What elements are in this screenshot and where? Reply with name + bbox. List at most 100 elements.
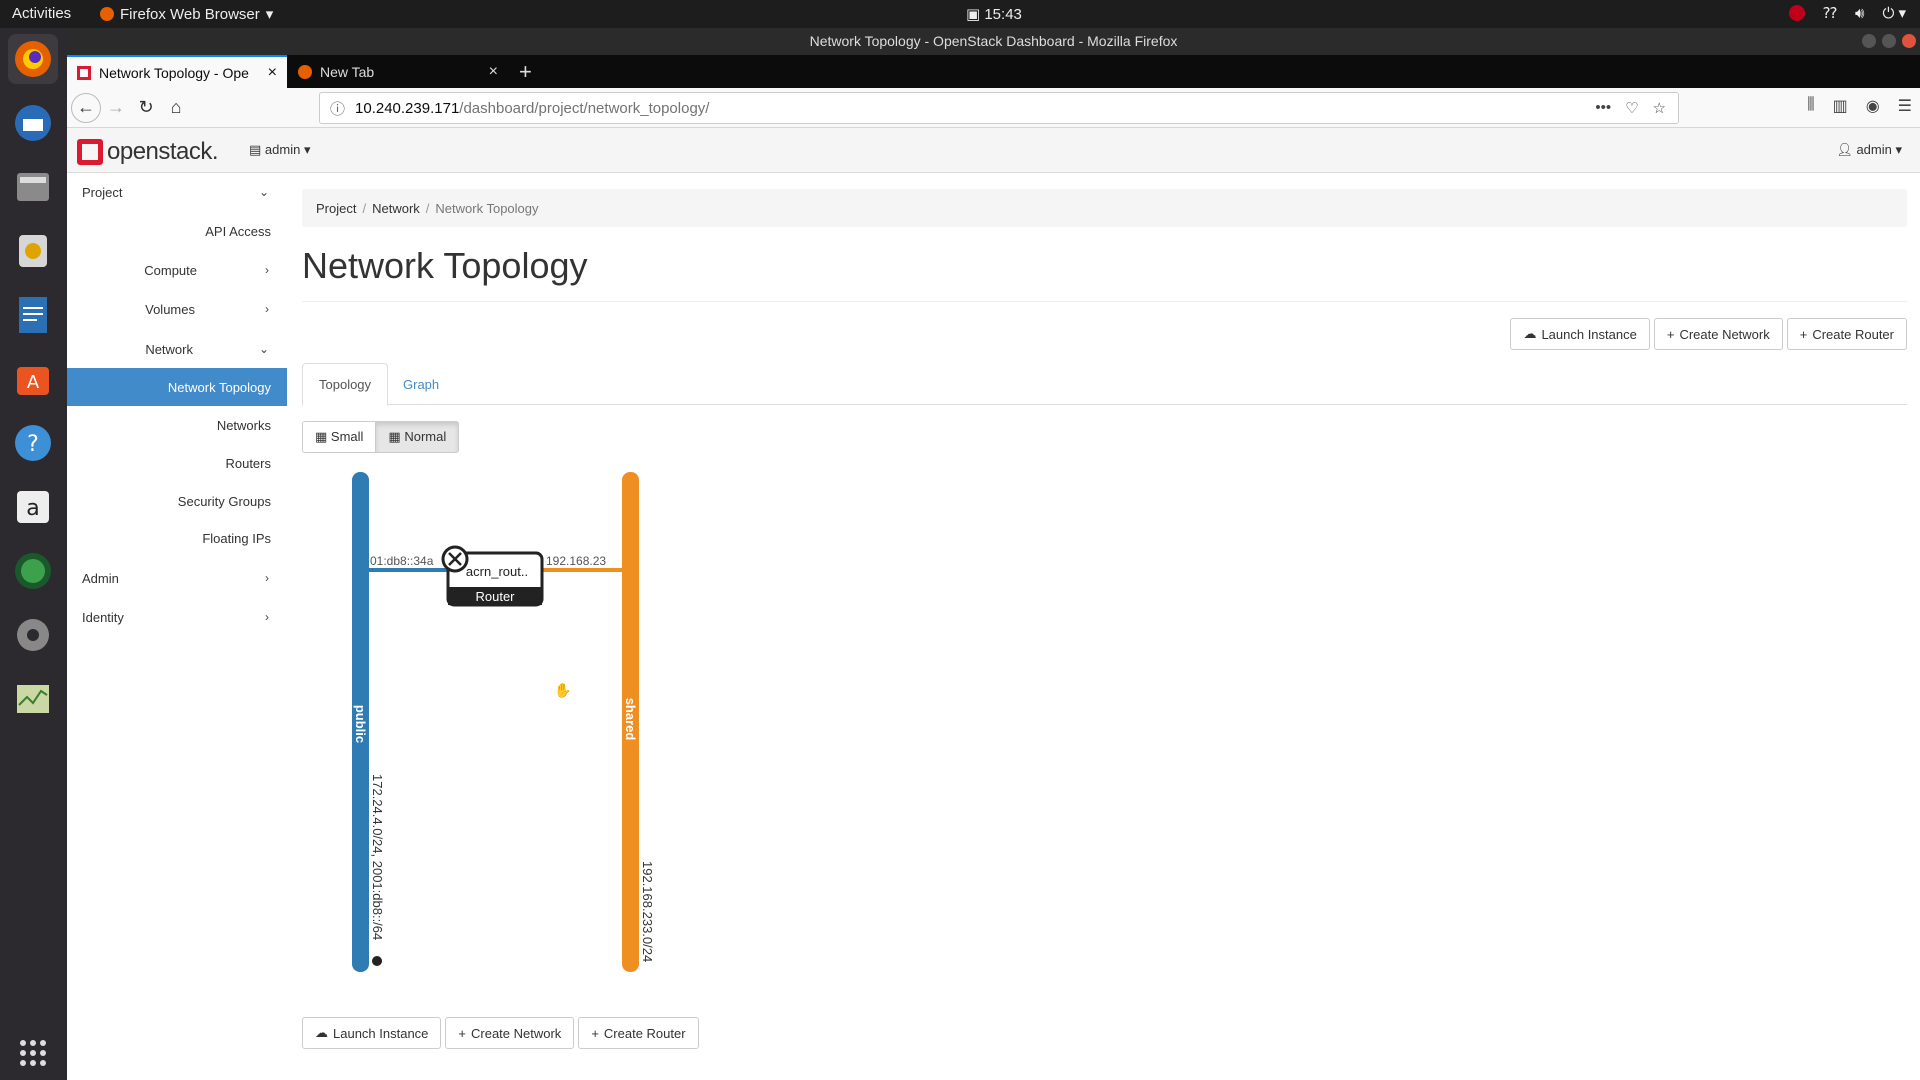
close-tab-icon[interactable]: × [489, 63, 498, 81]
page-actions-icon[interactable]: ••• [1595, 99, 1611, 117]
normal-toggle-button[interactable]: ▦ Normal [375, 421, 460, 453]
dock-thunderbird[interactable] [8, 98, 58, 148]
svg-text:a: a [26, 496, 39, 521]
grid-small-icon: ▦ [315, 429, 331, 444]
small-toggle-button[interactable]: ▦ Small [302, 421, 377, 453]
tab-topology[interactable]: Topology [302, 363, 389, 406]
tab-label: Network Topology - Ope [99, 64, 249, 81]
cloud-upload-icon: ☁ [1523, 326, 1537, 341]
sidebar-toggle-icon[interactable]: ▥ [1833, 96, 1848, 116]
breadcrumb-separator: / [362, 200, 367, 216]
reload-icon[interactable]: ↻ [131, 93, 161, 123]
sidebar-item-project[interactable]: Project ⌄ [67, 173, 287, 211]
amazon-icon: a [17, 491, 49, 523]
sidebar-item-label: Compute [144, 262, 197, 278]
plus-icon: + [591, 1025, 599, 1041]
browser-tab-new[interactable]: New Tab × [288, 55, 508, 88]
firefox-favicon-icon [298, 64, 312, 79]
sidebar-item-label: Floating IPs [202, 530, 271, 546]
main-content: Project / Network / Network Topology Net… [302, 173, 1907, 1049]
dock-settings[interactable] [8, 610, 58, 660]
activities-button[interactable]: Activities [12, 5, 71, 22]
sidebar-item-network[interactable]: Network ⌄ [67, 330, 287, 368]
accessibility-icon: ⁇ [1823, 5, 1837, 22]
show-apps-button[interactable] [8, 1028, 58, 1078]
sidebar-item-label: Network [145, 341, 193, 357]
sidebar-item-routers[interactable]: Routers [67, 444, 287, 482]
public-port-label: 01:db8::34a [370, 554, 434, 568]
clock[interactable]: ▣ 15:43 [966, 5, 1022, 23]
size-toggle: ▦ Small ▦ Normal [302, 421, 460, 453]
breadcrumb-project[interactable]: Project [316, 201, 356, 216]
caret-down-icon: ▾ [265, 6, 274, 23]
sidebar-item-label: API Access [205, 223, 271, 239]
plus-icon: + [1799, 326, 1808, 342]
chevron-down-icon: ⌄ [258, 342, 269, 356]
breadcrumb: Project / Network / Network Topology [302, 189, 1907, 227]
system-tray[interactable]: ⁇ 🔊︎ ⏻ ▾ [1789, 4, 1906, 22]
create-network-button[interactable]: + Create Network [1653, 318, 1783, 350]
public-network-cidr: 172.24.4.0/24, 2001:db8::/64 [370, 774, 385, 940]
back-icon[interactable]: ← [71, 92, 101, 123]
dock-files[interactable] [8, 162, 58, 212]
project-selector[interactable]: ▤ admin ▾ [249, 142, 310, 158]
sidebar-item-identity[interactable]: Identity › [67, 598, 287, 636]
home-icon[interactable]: ⌂ [161, 93, 191, 123]
new-tab-icon[interactable]: + [519, 59, 532, 85]
view-tabs: Topology Graph [302, 363, 1907, 406]
router-type: Router [475, 589, 515, 604]
router-node[interactable]: acrn_rout.. Router [441, 545, 544, 607]
launch-instance-button[interactable]: ☁ Launch Instance [1510, 318, 1650, 350]
bottom-actions: ☁ Launch Instance + Create Network + Create… [302, 1017, 699, 1049]
globe-icon [372, 956, 382, 966]
page-title: Network Topology [302, 245, 1907, 302]
pocket-icon[interactable]: ♡ [1625, 99, 1638, 117]
close-tab-icon[interactable]: × [268, 64, 277, 82]
dock-software[interactable]: A [8, 354, 58, 404]
browser-tab-topology[interactable]: Network Topology - Ope × [67, 55, 287, 88]
dock-rhythmbox[interactable] [8, 226, 58, 276]
library-icon[interactable]: ⫼ [1807, 96, 1814, 116]
sidebar-item-floating-ips[interactable]: Floating IPs [67, 519, 287, 557]
dock-globe[interactable] [8, 546, 58, 596]
create-network-button[interactable]: + Create Network [445, 1017, 575, 1049]
openstack-logo[interactable]: openstack. [77, 138, 219, 166]
account-icon[interactable]: ◉ [1866, 96, 1880, 116]
create-router-button[interactable]: + Create Router [578, 1017, 699, 1049]
minimize-button[interactable] [1862, 34, 1876, 48]
user-menu[interactable]: 👤︎ admin ▾ [1836, 142, 1902, 158]
menu-hamburger-icon[interactable]: ☰ [1898, 96, 1912, 116]
sidebar-item-volumes[interactable]: Volumes › [67, 290, 287, 328]
firefox-icon [100, 7, 114, 21]
help-icon: ? [15, 425, 51, 461]
sidebar-item-network-topology[interactable]: Network Topology [67, 368, 287, 406]
breadcrumb-network[interactable]: Network [372, 201, 420, 216]
sidebar-item-compute[interactable]: Compute › [67, 251, 287, 289]
tab-graph[interactable]: Graph [387, 363, 455, 406]
public-network-label: public [353, 705, 368, 743]
topology-canvas[interactable]: public 172.24.4.0/24, 2001:db8::/64 shar… [302, 469, 902, 989]
forward-icon[interactable]: → [101, 93, 131, 123]
svg-text:?: ? [27, 432, 39, 457]
launch-instance-button[interactable]: ☁ Launch Instance [302, 1017, 442, 1049]
project-icon: ▤ [249, 142, 265, 157]
volume-icon: 🔊︎ [1854, 4, 1865, 22]
sidebar-item-admin[interactable]: Admin › [67, 559, 287, 597]
sidebar-item-networks[interactable]: Networks [67, 406, 287, 444]
info-icon[interactable]: ⓘ [330, 98, 345, 119]
create-router-button[interactable]: + Create Router [1786, 318, 1907, 350]
maximize-button[interactable] [1882, 34, 1896, 48]
system-top-bar: Activities Firefox Web Browser ▾ ▣ 15:43… [0, 0, 1920, 28]
bookmark-star-icon[interactable]: ☆ [1653, 99, 1666, 117]
dock-help[interactable]: ? [8, 418, 58, 468]
app-menu[interactable]: Firefox Web Browser ▾ [100, 5, 273, 23]
sidebar-item-security-groups[interactable]: Security Groups [67, 482, 287, 520]
close-window-button[interactable] [1902, 34, 1916, 48]
dock-monitor[interactable] [8, 674, 58, 724]
dock-writer[interactable] [8, 290, 58, 340]
dock-amazon[interactable]: a [8, 482, 58, 532]
toggle-label: Small [330, 429, 364, 444]
dock-firefox[interactable] [8, 34, 58, 84]
url-bar[interactable]: ⓘ 10.240.239.171 /dashboard/project/netw… [319, 92, 1679, 124]
sidebar-item-api-access[interactable]: API Access [67, 212, 287, 250]
